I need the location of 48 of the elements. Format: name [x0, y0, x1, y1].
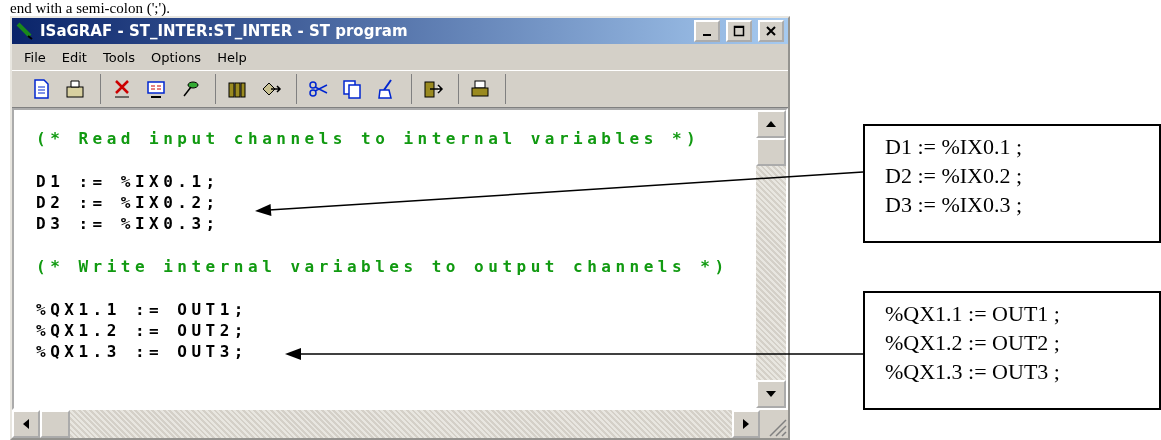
menu-item[interactable]: File — [18, 49, 52, 65]
menu-item[interactable]: Edit — [55, 49, 93, 65]
code-line: %QX1.3 := OUT3; — [36, 341, 248, 362]
menu-item[interactable]: Tools — [96, 49, 141, 65]
exit-arrow-icon[interactable] — [422, 78, 444, 100]
callout-line: D2 := %IX0.2 ; — [885, 162, 1024, 190]
minimize-button[interactable] — [694, 20, 720, 42]
code-comment: (* Read input channels to internal variables *) — [36, 128, 702, 149]
close-button[interactable] — [758, 20, 784, 42]
callout-line: %QX1.3 := OUT3 ; — [885, 358, 1061, 386]
menu-item[interactable]: Options — [145, 49, 208, 65]
close-icon — [765, 25, 777, 37]
code-line: D3 := %IX0.3; — [36, 213, 220, 234]
resize-grip-icon[interactable] — [760, 410, 788, 438]
scroll-thumb[interactable] — [40, 410, 70, 438]
code-editor[interactable]: (* Read input channels to internal variables *) D1 := %IX0.1; D2 := %IX0.2; D3 := %IX0.3; (* Write internal variables to output channels *) %QX1.1 := OUT1; %QX1.2 := OUT2; %QX1.3 := OUT3; — [12, 108, 788, 410]
callout-line: D3 := %IX0.3 ; — [885, 191, 1024, 219]
callout-line: %QX1.1 := OUT1 ; — [885, 300, 1061, 328]
scroll-down-button[interactable] — [756, 380, 786, 408]
quill-icon — [16, 22, 34, 40]
callout-line: %QX1.2 := OUT2 ; — [885, 329, 1061, 357]
code-line: %QX1.2 := OUT2; — [36, 320, 248, 341]
scroll-right-button[interactable] — [732, 410, 760, 438]
tray-icon[interactable] — [64, 78, 86, 100]
monitor-icon[interactable] — [145, 78, 167, 100]
caption-text: end with a semi-colon (';'). — [9, 0, 171, 16]
scroll-thumb[interactable] — [756, 138, 786, 166]
vertical-scrollbar[interactable] — [756, 110, 786, 408]
code-line: D1 := %IX0.1; — [36, 171, 220, 192]
down-triangle-icon — [765, 390, 777, 398]
printer-icon[interactable] — [469, 78, 491, 100]
code-line: %QX1.1 := OUT1; — [36, 299, 248, 320]
maximize-icon — [733, 25, 745, 37]
scroll-up-button[interactable] — [756, 110, 786, 138]
menu-item[interactable]: Help — [211, 49, 253, 65]
callout-line: D1 := %IX0.1 ; — [885, 133, 1024, 161]
code-comment: (* Write internal variables to output channels *) — [36, 256, 730, 277]
left-triangle-icon — [22, 418, 30, 430]
maximize-button[interactable] — [726, 20, 752, 42]
right-triangle-icon — [742, 418, 750, 430]
scissors-icon[interactable] — [307, 78, 329, 100]
horizontal-scrollbar[interactable] — [12, 410, 788, 438]
window-title: ISaGRAF - ST_INTER:ST_INTER - ST program — [40, 22, 409, 40]
minimize-icon — [703, 34, 711, 36]
up-triangle-icon — [765, 120, 777, 128]
scroll-left-button[interactable] — [12, 410, 40, 438]
code-line: D2 := %IX0.2; — [36, 192, 220, 213]
copy-icon[interactable] — [341, 78, 363, 100]
